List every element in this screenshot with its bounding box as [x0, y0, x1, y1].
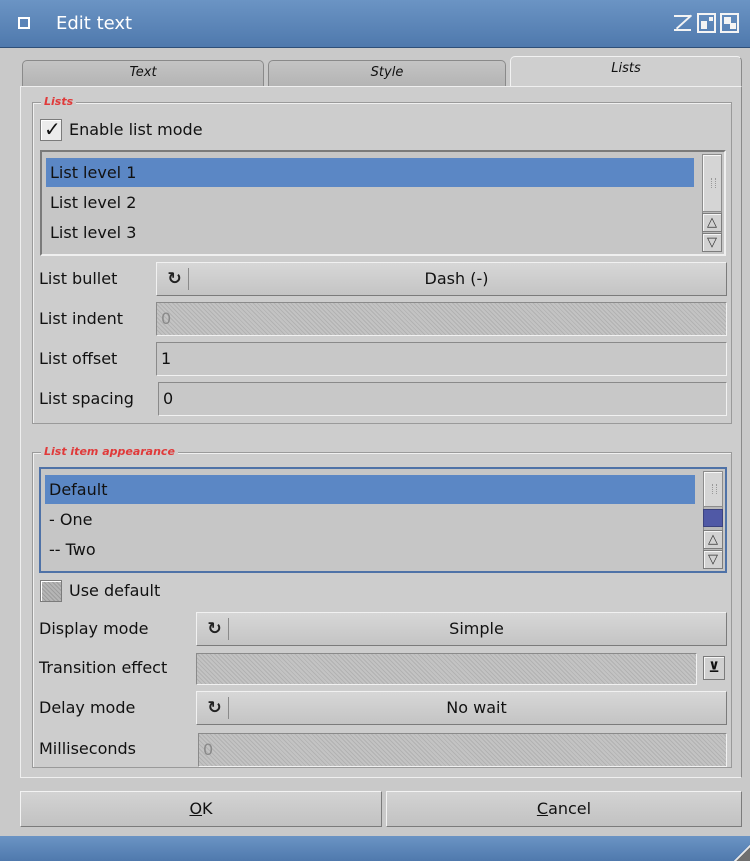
milliseconds-field: 0 [198, 733, 727, 767]
tab-text[interactable]: Text [22, 60, 264, 86]
window-bottom-border [0, 836, 750, 861]
milliseconds-label: Milliseconds [39, 739, 136, 758]
list-spacing-label: List spacing [39, 389, 134, 408]
scroll-up-icon[interactable]: △ [703, 530, 723, 549]
list-item[interactable]: Default [45, 475, 695, 504]
list-levels-listview[interactable]: List level 1 List level 2 List level 3 △… [40, 150, 726, 256]
use-default-label: Use default [69, 581, 161, 600]
popup-icon[interactable]: ⊻ [703, 656, 725, 680]
enable-list-mode-label: Enable list mode [69, 120, 203, 139]
list-bullet-label: List bullet [39, 269, 118, 288]
cancel-button[interactable]: Cancel [386, 791, 742, 827]
tab-bar: Text Style Lists [22, 56, 742, 86]
lists-group: Lists ✓ Enable list mode List level 1 Li… [32, 95, 732, 424]
ok-button[interactable]: OK [20, 791, 382, 827]
iconify-icon[interactable] [673, 13, 693, 33]
list-items-listview[interactable]: Default - One -- Two △ ▽ [39, 467, 727, 573]
list-item-appearance-title: List item appearance [41, 445, 178, 458]
list-offset-label: List offset [39, 349, 118, 368]
list-item[interactable]: -- Two [45, 535, 695, 564]
cancel-button-label: ancel [548, 799, 592, 818]
list-indent-label: List indent [39, 309, 124, 328]
close-gadget-icon[interactable] [18, 17, 30, 29]
list-bullet-cycle[interactable]: ↻ Dash (-) [156, 262, 727, 296]
delay-mode-cycle[interactable]: ↻ No wait [196, 691, 727, 725]
list-levels-scrollbar[interactable]: △ ▽ [702, 154, 722, 252]
transition-effect-field [196, 653, 697, 685]
depth-icon[interactable] [720, 13, 739, 33]
lists-tab-panel: Lists ✓ Enable list mode List level 1 Li… [20, 86, 742, 778]
list-item-appearance-group: List item appearance Default - One -- Tw… [32, 445, 732, 768]
list-spacing-field[interactable]: 0 [158, 382, 727, 416]
list-indent-field: 0 [156, 302, 727, 336]
scrollbar-knob[interactable] [702, 154, 722, 212]
enable-list-mode-checkbox[interactable]: ✓ [40, 117, 62, 141]
ok-button-shortcut: O [189, 799, 203, 818]
list-item[interactable]: List level 1 [46, 158, 694, 187]
ok-button-label: K [202, 799, 213, 818]
delay-mode-value: No wait [446, 698, 507, 717]
zoom-icon[interactable] [697, 13, 716, 33]
window-title: Edit text [56, 13, 133, 34]
list-item[interactable]: List level 2 [46, 188, 694, 217]
scrollbar-position-indicator [703, 509, 723, 527]
cycle-icon: ↻ [201, 697, 229, 719]
display-mode-label: Display mode [39, 619, 149, 638]
list-items-scrollbar[interactable]: △ ▽ [703, 471, 723, 569]
display-mode-value: Simple [449, 619, 504, 638]
edit-text-window: Edit text Text Style Lists Lists ✓ Enabl… [0, 0, 750, 861]
scroll-down-icon[interactable]: ▽ [703, 550, 723, 569]
lists-group-title: Lists [41, 95, 77, 108]
tab-lists[interactable]: Lists [510, 56, 742, 86]
scrollbar-knob[interactable] [703, 471, 723, 507]
cycle-icon: ↻ [201, 618, 229, 640]
transition-effect-label: Transition effect [39, 658, 168, 677]
display-mode-cycle[interactable]: ↻ Simple [196, 612, 727, 646]
list-offset-field[interactable]: 1 [156, 342, 727, 376]
cancel-button-shortcut: C [536, 799, 549, 818]
cycle-icon: ↻ [161, 268, 189, 290]
delay-mode-label: Delay mode [39, 698, 136, 717]
tab-style[interactable]: Style [268, 60, 506, 86]
list-item[interactable]: - One [45, 505, 695, 534]
resize-handle-icon[interactable] [732, 843, 750, 861]
scroll-up-icon[interactable]: △ [702, 213, 722, 232]
list-bullet-value: Dash (-) [424, 269, 489, 288]
checkmark-icon: ✓ [44, 117, 61, 141]
use-default-checkbox[interactable] [40, 580, 62, 602]
scroll-down-icon[interactable]: ▽ [702, 233, 722, 252]
list-item[interactable]: List level 3 [46, 218, 694, 247]
title-bar[interactable]: Edit text [0, 0, 750, 48]
